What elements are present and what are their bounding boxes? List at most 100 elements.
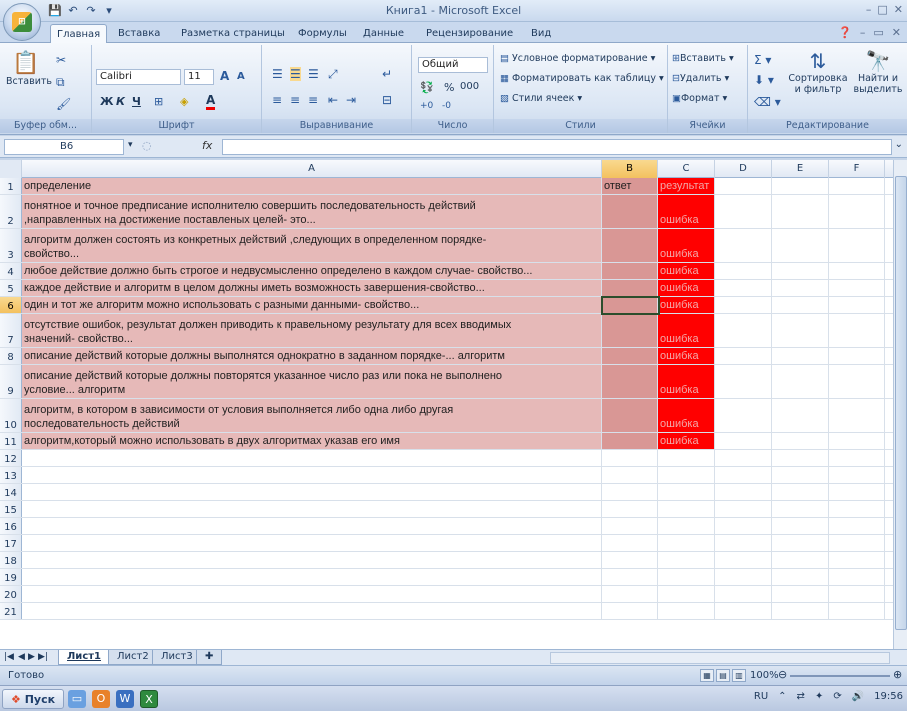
cell-b[interactable] <box>602 280 658 296</box>
tab-page-layout[interactable]: Разметка страницы <box>175 24 291 43</box>
row-header[interactable]: 6 <box>0 297 22 313</box>
cell-a[interactable]: один и тот же алгоритм можно использоват… <box>22 297 602 313</box>
normal-view-icon[interactable]: ▦ <box>700 669 714 682</box>
cell-e[interactable] <box>772 518 829 534</box>
cell-f[interactable] <box>829 365 885 398</box>
decrease-decimal-icon[interactable]: -0 <box>442 101 451 111</box>
cell-c[interactable] <box>658 467 715 483</box>
cell-a[interactable]: любое действие должно быть строгое и нед… <box>22 263 602 279</box>
zoom-out-icon[interactable]: ⊖ <box>778 668 787 681</box>
fill-color-icon[interactable]: ◈ <box>180 95 188 108</box>
cell-a[interactable] <box>22 552 602 568</box>
row-header[interactable]: 21 <box>0 603 22 619</box>
row-header[interactable]: 12 <box>0 450 22 466</box>
page-break-view-icon[interactable]: ▥ <box>732 669 746 682</box>
maximize-icon[interactable]: □ <box>877 3 887 16</box>
currency-icon[interactable]: 💱 <box>420 81 434 94</box>
expand-formula-bar-icon[interactable]: ⌄ <box>895 139 903 150</box>
cell-b[interactable] <box>602 314 658 347</box>
tab-data[interactable]: Данные <box>357 24 410 43</box>
cell-c[interactable]: ошибка <box>658 399 715 432</box>
underline-button[interactable]: Ч <box>132 95 141 108</box>
row-header[interactable]: 4 <box>0 263 22 279</box>
format-cells-button[interactable]: ▣Формат ▾ <box>672 93 727 104</box>
align-bottom-icon[interactable]: ☰ <box>308 67 319 81</box>
minimize-icon[interactable]: – <box>866 3 872 16</box>
thousands-button[interactable]: 000 <box>460 81 479 92</box>
cell-d[interactable] <box>715 348 772 364</box>
language-indicator[interactable]: RU <box>754 691 768 702</box>
tab-formulas[interactable]: Формулы <box>292 24 353 43</box>
row-header[interactable]: 5 <box>0 280 22 296</box>
cell-d[interactable] <box>715 263 772 279</box>
align-right-icon[interactable]: ≡ <box>308 93 318 107</box>
cell-f[interactable] <box>829 586 885 602</box>
cell-c[interactable]: ошибка <box>658 263 715 279</box>
cell-b[interactable] <box>602 586 658 602</box>
cell-a[interactable]: алгоритм, в котором в зависимости от усл… <box>22 399 602 432</box>
tray-chevron-icon[interactable]: ⌃ <box>778 691 786 702</box>
cell-f[interactable] <box>829 195 885 228</box>
cell-a[interactable] <box>22 484 602 500</box>
cell-f[interactable] <box>829 348 885 364</box>
borders-icon[interactable]: ⊞ <box>154 95 163 108</box>
delete-cells-button[interactable]: ⊟Удалить ▾ <box>672 73 729 84</box>
cell-d[interactable] <box>715 399 772 432</box>
cell-f[interactable] <box>829 535 885 551</box>
row-header[interactable]: 15 <box>0 501 22 517</box>
cell-b[interactable] <box>602 569 658 585</box>
cell-f[interactable] <box>829 280 885 296</box>
italic-button[interactable]: К <box>116 95 125 108</box>
cell-e[interactable] <box>772 178 829 194</box>
sheet-tab-3[interactable]: Лист3 <box>152 650 202 665</box>
orientation-icon[interactable]: ⤢ <box>328 67 338 82</box>
cell-b[interactable] <box>602 450 658 466</box>
row-header[interactable]: 17 <box>0 535 22 551</box>
cell-a[interactable]: определение <box>22 178 602 194</box>
zoom-level[interactable]: 100% <box>750 670 779 681</box>
align-left-icon[interactable]: ≡ <box>272 93 282 107</box>
row-header[interactable]: 9 <box>0 365 22 398</box>
cell-b[interactable]: ответ <box>602 178 658 194</box>
row-header[interactable]: 7 <box>0 314 22 347</box>
cell-b[interactable] <box>602 433 658 449</box>
volume-icon[interactable]: 🔊 <box>852 691 864 702</box>
fill-icon[interactable]: ⬇ ▾ <box>754 73 774 87</box>
cell-c[interactable]: ошибка <box>658 314 715 347</box>
first-sheet-icon[interactable]: |◀ <box>4 652 14 662</box>
zoom-in-icon[interactable]: ⊕ <box>893 668 902 681</box>
cell-c[interactable]: ошибка <box>658 229 715 262</box>
paste-button[interactable]: 📋 Вставить <box>6 51 52 87</box>
cell-c[interactable] <box>658 552 715 568</box>
cell-d[interactable] <box>715 569 772 585</box>
cell-e[interactable] <box>772 365 829 398</box>
cell-a[interactable] <box>22 535 602 551</box>
cell-e[interactable] <box>772 450 829 466</box>
cell-f[interactable] <box>829 484 885 500</box>
name-box[interactable]: B6 <box>4 139 124 155</box>
column-header-b[interactable]: B <box>602 160 658 178</box>
cell-d[interactable] <box>715 314 772 347</box>
name-box-dropdown-icon[interactable]: ▾ <box>128 140 133 150</box>
insert-function-button[interactable]: fx <box>202 139 212 152</box>
cell-b[interactable] <box>602 603 658 619</box>
align-center-icon[interactable]: ≡ <box>290 93 300 107</box>
cell-c[interactable] <box>658 484 715 500</box>
column-header-a[interactable]: A <box>22 160 602 178</box>
sort-filter-button[interactable]: ⇅ Сортировка и фильтр <box>788 49 848 95</box>
cell-d[interactable] <box>715 195 772 228</box>
cell-b[interactable] <box>602 484 658 500</box>
row-header[interactable]: 2 <box>0 195 22 228</box>
cell-b[interactable] <box>602 348 658 364</box>
tab-insert[interactable]: Вставка <box>112 24 166 43</box>
cell-f[interactable] <box>829 399 885 432</box>
prev-sheet-icon[interactable]: ◀ <box>18 652 25 662</box>
cell-b[interactable] <box>602 467 658 483</box>
cell-a[interactable]: отсутствие ошибок, результат должен прив… <box>22 314 602 347</box>
cell-c[interactable]: результат <box>658 178 715 194</box>
font-size-combo[interactable]: 11 <box>184 69 214 85</box>
select-all-corner[interactable] <box>0 160 22 178</box>
close-icon[interactable]: ✕ <box>894 3 903 16</box>
cell-b[interactable] <box>602 263 658 279</box>
cell-d[interactable] <box>715 433 772 449</box>
